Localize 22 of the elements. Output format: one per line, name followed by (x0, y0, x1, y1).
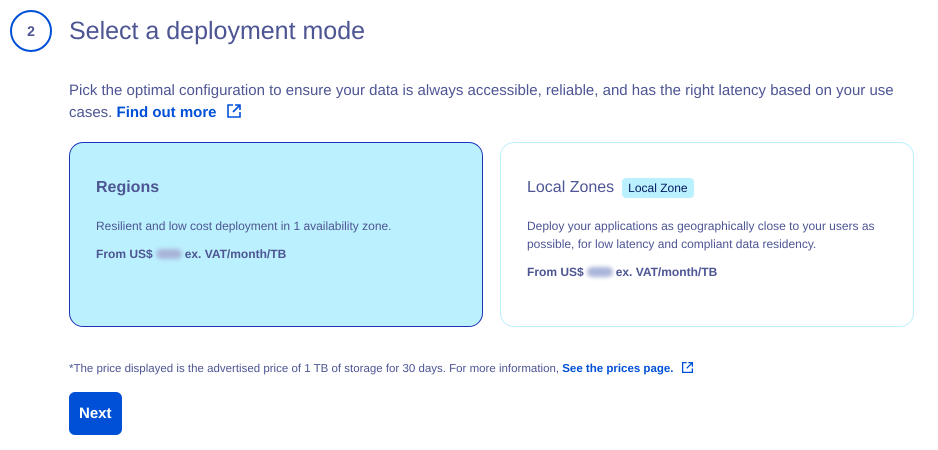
prices-page-link[interactable]: See the prices page. (562, 363, 674, 375)
option-description: Resilient and low cost deployment in 1 availability zone. (96, 218, 392, 235)
redacted-price (586, 267, 613, 277)
find-out-more-link[interactable]: Find out more (116, 104, 217, 121)
option-card[interactable]: Local Zones Local Zone Deploy your applications as geographically close to your users as possible, for low latency and compliant data residency. From US$ ex. VAT/month/TB (500, 142, 914, 327)
intro-text: Pick the optimal configuration to ensure your data is always accessible, reliable, and has the right latency based on your use cases. Find out more (69, 81, 895, 123)
external-link-icon (681, 361, 694, 374)
option-description: Deploy your applications as geographically close to your users as possible, for low latency and compliant data residency. (527, 218, 876, 253)
price-label: From US$ (96, 247, 153, 261)
next-button[interactable]: Next (69, 392, 122, 435)
price-label: From US$ (527, 265, 584, 279)
section-title: Select a deployment mode (69, 16, 366, 46)
option-badge: Local Zone (622, 178, 694, 198)
option-title: Local Zones (527, 179, 614, 197)
option-card[interactable]: Regions Resilient and low cost deployment in 1 availability zone. From US$ ex. VAT/month/TB (69, 142, 483, 327)
option-title: Regions (96, 179, 160, 197)
redacted-price (156, 249, 182, 259)
external-link-icon (226, 103, 242, 119)
price-unit: ex. VAT/month/TB (616, 265, 718, 279)
step-number: 2 (10, 10, 52, 52)
price-unit: ex. VAT/month/TB (184, 247, 286, 261)
footnote-text: *The price displayed is the advertised price of 1 TB of storage for 30 days. For more information, See the prices page. (69, 361, 914, 375)
